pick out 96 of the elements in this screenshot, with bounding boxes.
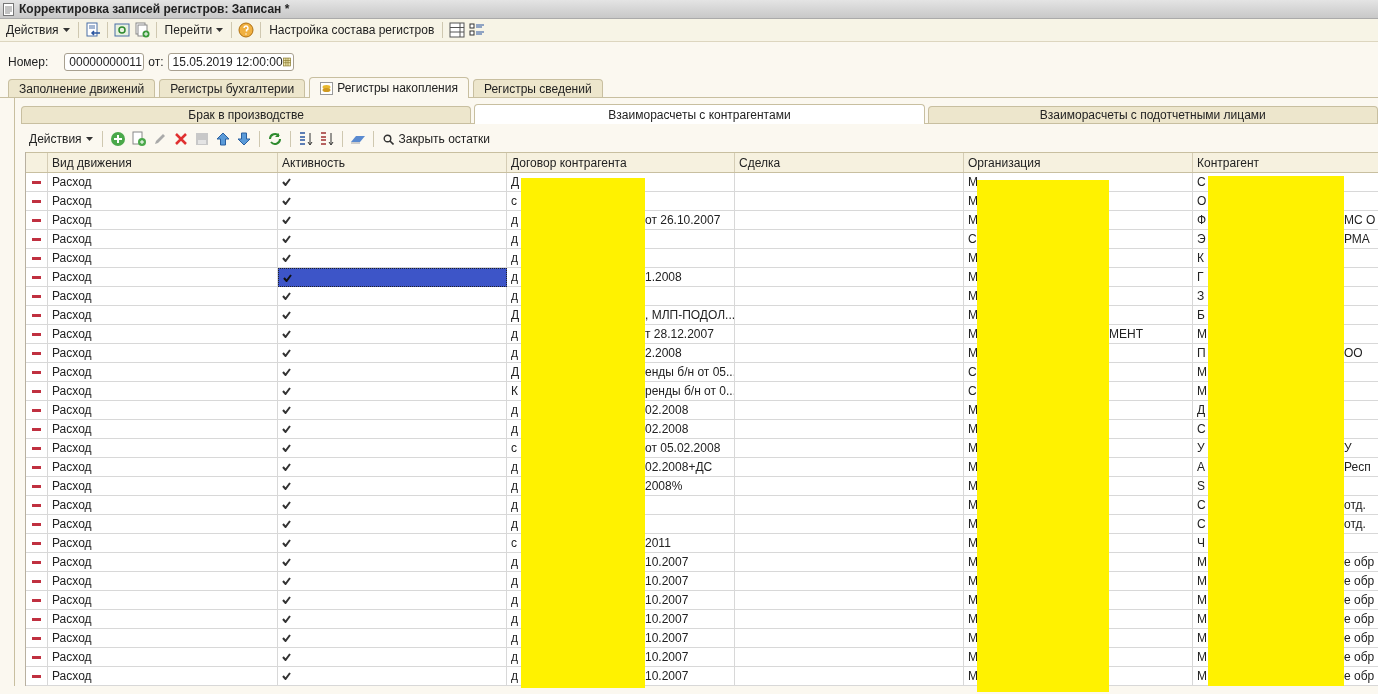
checklist-icon[interactable] xyxy=(469,22,486,38)
minus-icon xyxy=(32,370,41,374)
tab[interactable]: Взаиморасчеты с подотчетными лицами xyxy=(927,106,1378,123)
minus-icon xyxy=(32,237,41,241)
tab[interactable]: Взаиморасчеты с контрагентами xyxy=(474,104,925,124)
table-cell: Расход xyxy=(48,629,278,648)
minus-icon xyxy=(32,484,41,488)
minus-icon xyxy=(32,579,41,583)
minus-icon xyxy=(32,218,41,222)
minus-icon xyxy=(32,180,41,184)
minus-icon xyxy=(32,199,41,203)
tab[interactable]: Заполнение движений xyxy=(8,79,156,97)
table-cell: Расход xyxy=(48,306,278,325)
minus-icon xyxy=(32,598,41,602)
table-cell: Расход xyxy=(48,230,278,249)
table-cell: Расход xyxy=(48,211,278,230)
tab[interactable]: Регистры сведений xyxy=(472,79,603,97)
close-balances-button[interactable]: Закрыть остатки xyxy=(380,132,493,146)
date-label: от: xyxy=(148,55,164,69)
table-cell: Расход xyxy=(48,420,278,439)
column-header[interactable]: Организация xyxy=(964,153,1193,172)
caret-icon xyxy=(216,28,224,32)
table-cell: Расход xyxy=(48,287,278,306)
table-cell: Расход xyxy=(48,458,278,477)
table-cell: Расход xyxy=(48,325,278,344)
window-title: Корректировка записей регистров: Записан * xyxy=(19,2,290,16)
number-field[interactable]: 00000000011 xyxy=(64,53,145,71)
table-cell: Расход xyxy=(48,534,278,553)
column-header[interactable]: Договор контрагента xyxy=(507,153,735,172)
minus-icon xyxy=(32,446,41,450)
minus-icon xyxy=(32,636,41,640)
minus-icon xyxy=(32,503,41,507)
number-label: Номер: xyxy=(8,55,49,69)
list-icon[interactable] xyxy=(449,22,466,38)
actions-menu[interactable]: Действия xyxy=(27,132,95,146)
tab[interactable]: Регистры бухгалтерии xyxy=(159,79,306,97)
minus-icon xyxy=(32,313,41,317)
search-icon xyxy=(382,133,394,145)
down-arrow-icon[interactable] xyxy=(235,131,252,147)
table-cell: Расход xyxy=(48,496,278,515)
caret-icon xyxy=(62,28,70,32)
minus-icon xyxy=(32,256,41,260)
minus-icon xyxy=(32,427,41,431)
minus-icon xyxy=(32,541,41,545)
document-icon xyxy=(3,2,14,16)
delete-icon[interactable] xyxy=(172,131,189,147)
minus-icon xyxy=(32,351,41,355)
table-cell: Расход xyxy=(48,553,278,572)
minus-icon xyxy=(32,408,41,412)
column-header[interactable]: Вид движения xyxy=(48,153,278,172)
copy-add-icon[interactable] xyxy=(130,131,147,147)
table-cell: Расход xyxy=(48,268,278,287)
copy-add-icon[interactable] xyxy=(133,22,150,38)
coins-icon xyxy=(320,81,334,95)
table-cell: Расход xyxy=(48,382,278,401)
date-field[interactable]: 15.05.2019 12:00:00 xyxy=(167,53,294,71)
column-header[interactable]: Активность xyxy=(278,153,507,172)
minus-icon xyxy=(32,275,41,279)
minus-icon xyxy=(32,522,41,526)
table-cell: Расход xyxy=(48,344,278,363)
goto-menu[interactable]: Перейти xyxy=(162,23,226,37)
register-settings-button[interactable]: Настройка состава регистров xyxy=(267,23,437,37)
minus-icon xyxy=(32,465,41,469)
actions-menu[interactable]: Действия xyxy=(4,23,72,37)
caret-icon xyxy=(85,137,93,141)
table-cell: Расход xyxy=(48,515,278,534)
table-cell: Расход xyxy=(48,610,278,629)
help-icon[interactable] xyxy=(238,22,255,38)
tab[interactable]: Брак в производстве xyxy=(21,106,472,123)
column-header[interactable]: Сделка xyxy=(735,153,964,172)
minus-icon xyxy=(32,560,41,564)
up-arrow-icon[interactable] xyxy=(214,131,231,147)
table-cell: Расход xyxy=(48,591,278,610)
table-cell: Расход xyxy=(48,477,278,496)
minus-icon xyxy=(32,655,41,659)
minus-icon xyxy=(32,674,41,678)
minus-icon xyxy=(32,617,41,621)
sort-ascending-icon[interactable] xyxy=(297,131,314,147)
table-cell: Расход xyxy=(48,401,278,420)
table-cell: Расход xyxy=(48,667,278,686)
calendar-icon[interactable] xyxy=(282,56,291,68)
tab[interactable]: Регистры накопления xyxy=(309,77,469,98)
table-cell: Расход xyxy=(48,173,278,192)
table-cell: Расход xyxy=(48,439,278,458)
table-cell: Расход xyxy=(48,192,278,211)
table-cell[interactable] xyxy=(278,268,507,287)
minus-icon xyxy=(32,389,41,393)
column-header[interactable]: Контрагент xyxy=(1193,153,1378,172)
table-cell: Расход xyxy=(48,249,278,268)
minus-icon xyxy=(32,294,41,298)
table-cell: Расход xyxy=(48,363,278,382)
minus-icon xyxy=(32,332,41,336)
add-icon[interactable] xyxy=(109,131,126,147)
sort-descending-icon[interactable] xyxy=(318,131,335,147)
table-cell: Расход xyxy=(48,572,278,591)
table-cell: Расход xyxy=(48,648,278,667)
